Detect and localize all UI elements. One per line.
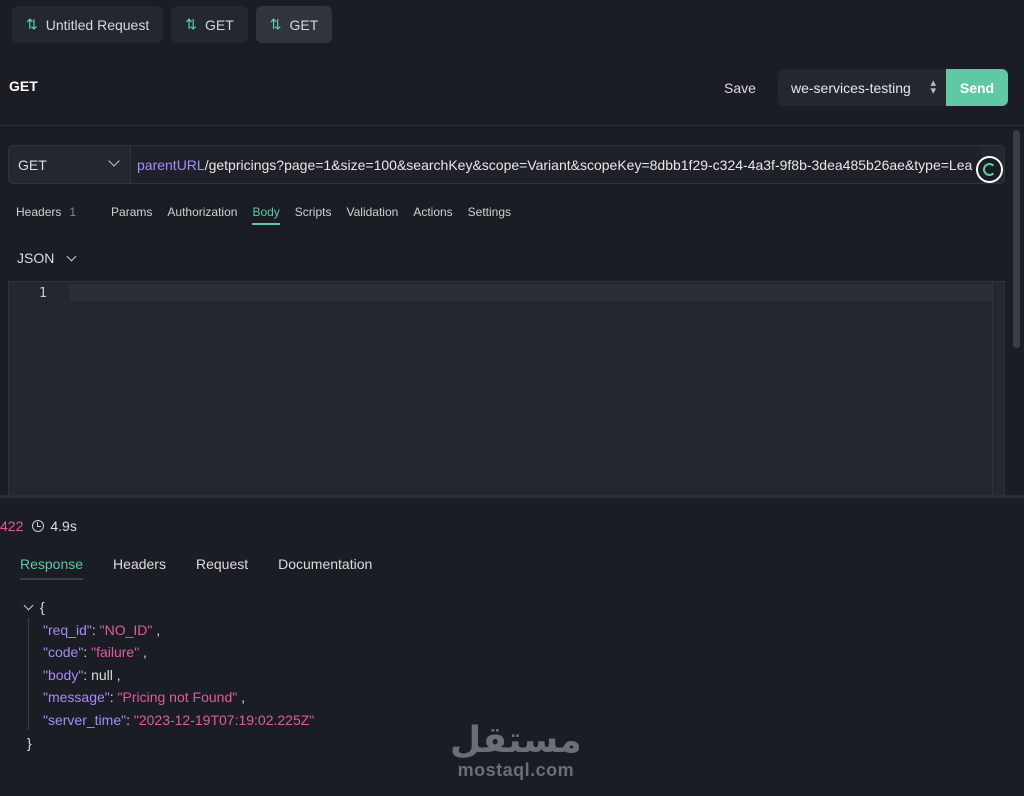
tab-get-2[interactable]: ⇅ GET (255, 6, 333, 43)
json-value: "2023-12-19T07:19:02.225Z" (133, 711, 315, 728)
tab-label: GET (204, 16, 234, 33)
save-button[interactable]: Save (712, 69, 768, 106)
tab-get-1[interactable]: ⇅ GET (171, 6, 248, 43)
headers-count-badge: 1 (69, 205, 77, 219)
tab-response-request[interactable]: Request (196, 556, 248, 580)
url-path: /getpricings?page=1&size=100&searchKey&s… (204, 156, 973, 173)
json-open-brace: { (40, 599, 45, 615)
updown-chevron-icon: ▴ ▾ (930, 77, 936, 97)
tab-validation[interactable]: Validation (346, 205, 398, 225)
method-label: GET (18, 156, 47, 173)
tab-untitled-request[interactable]: ⇅ Untitled Request (12, 6, 164, 43)
json-value: "failure" (91, 644, 140, 661)
json-value: "NO_ID" (99, 621, 153, 638)
body-type-label: JSON (17, 250, 55, 266)
response-status: 422 4.9s (0, 518, 77, 534)
json-close-brace: } (27, 734, 32, 751)
request-title: GET (9, 78, 38, 94)
send-button[interactable]: Send (946, 69, 1008, 106)
watermark-latin: mostaql.com (457, 760, 575, 780)
tab-label: Untitled Request (45, 16, 150, 33)
json-value: "Pricing not Found" (117, 689, 238, 706)
status-code: 422 (0, 518, 24, 534)
body-editor[interactable]: 1 (8, 281, 1005, 495)
line-number: 1 (39, 286, 47, 301)
tab-response[interactable]: Response (20, 556, 84, 580)
url-input[interactable]: parentURL/getpricings?page=1&size=100&se… (131, 146, 981, 183)
swap-vertical-icon: ⇅ (26, 16, 38, 32)
environment-select[interactable]: we-services-testing ▴ ▾ (778, 69, 946, 106)
indent-guide (28, 618, 29, 730)
json-row: "code": "failure" , (43, 644, 147, 661)
json-key: "body" (43, 666, 84, 683)
environment-label: we-services-testing (791, 79, 911, 96)
swap-vertical-icon: ⇅ (185, 16, 197, 32)
watermark-arabic: مستقل (450, 720, 582, 761)
json-row: "server_time": "2023-12-19T07:19:02.225Z… (43, 711, 315, 728)
method-select[interactable]: GET (9, 146, 131, 183)
tab-body[interactable]: Body (252, 205, 280, 225)
json-key: "server_time" (43, 711, 127, 728)
json-key: "message" (43, 689, 110, 706)
editor-scrollbar[interactable] (992, 282, 1004, 495)
tab-authorization[interactable]: Authorization (167, 205, 237, 225)
header-divider (0, 125, 1024, 126)
chevron-down-icon (66, 251, 77, 261)
loading-spinner-icon (976, 156, 1003, 183)
active-line-highlight (69, 284, 992, 302)
tab-response-headers[interactable]: Headers (113, 556, 166, 580)
tab-documentation[interactable]: Documentation (278, 556, 372, 580)
swap-vertical-icon: ⇅ (269, 16, 282, 32)
tab-headers-label: Headers (16, 205, 62, 219)
clock-icon (32, 520, 45, 532)
tab-headers[interactable]: Headers 1 (16, 205, 96, 225)
json-row: "message": "Pricing not Found" , (43, 689, 245, 706)
json-value: null (91, 666, 113, 683)
response-time: 4.9s (50, 518, 77, 534)
editor-gutter: 1 (9, 282, 69, 495)
body-type-select[interactable]: JSON (17, 250, 77, 266)
json-key: "req_id" (43, 621, 92, 638)
json-row: "body": null , (43, 666, 121, 683)
url-variable: parentURL (137, 156, 205, 173)
response-json: { "req_id": "NO_ID" , "code": "failure" … (22, 596, 314, 754)
json-key: "code" (43, 644, 84, 661)
response-tabs: Response Headers Request Documentation (20, 556, 372, 580)
request-subtabs: Headers 1 Params Authorization Body Scrip… (16, 205, 526, 225)
request-tabs: ⇅ Untitled Request ⇅ GET ⇅ GET (12, 6, 333, 43)
tab-settings[interactable]: Settings (468, 205, 511, 225)
panel-scrollbar[interactable] (1013, 130, 1020, 348)
tab-params[interactable]: Params (111, 205, 152, 225)
url-bar: GET parentURL/getpricings?page=1&size=10… (8, 145, 1005, 184)
watermark-logo: مستقل mostaql.com (450, 722, 582, 781)
tab-actions[interactable]: Actions (413, 205, 452, 225)
fold-chevron-icon[interactable] (23, 600, 34, 611)
chevron-down-icon (108, 155, 120, 167)
tab-label: GET (289, 16, 319, 33)
request-header: GET Save we-services-testing ▴ ▾ Send (0, 64, 1024, 110)
tab-scripts[interactable]: Scripts (295, 205, 332, 225)
json-row: "req_id": "NO_ID" , (43, 621, 161, 638)
pane-splitter[interactable] (0, 495, 1024, 498)
